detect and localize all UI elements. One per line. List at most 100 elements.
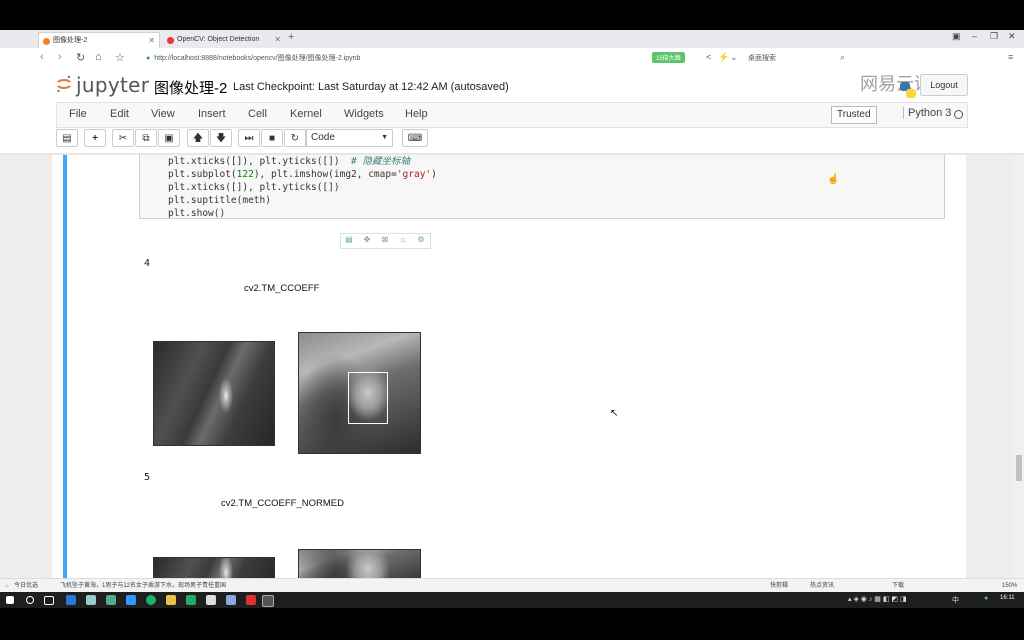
copy-button[interactable]: ⧉ bbox=[135, 129, 157, 147]
close-window-button[interactable]: ✕ bbox=[1008, 31, 1016, 42]
ime-indicator[interactable]: 中 bbox=[952, 595, 959, 605]
tab-opencv[interactable]: OpenCV: Object Detection ✕ bbox=[163, 32, 285, 48]
close-tab-icon[interactable]: ✕ bbox=[274, 32, 281, 48]
app-icon[interactable] bbox=[126, 595, 136, 605]
browser-icon[interactable] bbox=[146, 595, 156, 605]
menu-kernel[interactable]: Kernel bbox=[290, 108, 322, 120]
search-input[interactable]: 桌面搜索 bbox=[748, 51, 852, 66]
menu-widgets[interactable]: Widgets bbox=[344, 108, 384, 120]
chevron-down-icon[interactable]: ⌄ bbox=[730, 52, 738, 63]
menu-edit[interactable]: Edit bbox=[110, 108, 129, 120]
command-palette-button[interactable]: ⌨ bbox=[402, 129, 428, 147]
new-tab-button[interactable]: + bbox=[288, 31, 294, 43]
home-icon[interactable]: ⌂ bbox=[398, 235, 408, 245]
menu-cell[interactable]: Cell bbox=[248, 108, 267, 120]
search-icon[interactable] bbox=[26, 596, 34, 604]
reload-icon[interactable]: ↻ bbox=[76, 51, 85, 64]
menu-view[interactable]: View bbox=[151, 108, 175, 120]
lightning-icon[interactable]: ⚡ bbox=[718, 52, 729, 63]
app-icon[interactable] bbox=[226, 595, 236, 605]
status-hotnews[interactable]: 热点资讯 bbox=[810, 579, 834, 592]
code-cell-input[interactable]: plt.xticks([]), plt.yticks([]) # 隐藏坐标轴 pl… bbox=[139, 155, 945, 219]
url-field[interactable]: ● http://localhost:8888/notebooks/opencv/… bbox=[146, 51, 736, 66]
save-figure-icon[interactable]: ▤ bbox=[344, 235, 354, 245]
zoom-icon[interactable]: ⊠ bbox=[380, 235, 390, 245]
status-quickcut[interactable]: 快剪辑 bbox=[770, 579, 788, 592]
status-today[interactable]: 今日优选 bbox=[14, 579, 38, 592]
tab-label: 图像处理-2 bbox=[53, 37, 88, 44]
secure-icon: ● bbox=[146, 55, 151, 62]
scrollbar-thumb[interactable] bbox=[1016, 455, 1022, 481]
code-token: 'gray' bbox=[396, 169, 432, 180]
store-icon[interactable] bbox=[86, 595, 96, 605]
menu-insert[interactable]: Insert bbox=[198, 108, 226, 120]
page-scrollbar[interactable] bbox=[1014, 155, 1024, 578]
restart-button[interactable]: ↻ bbox=[284, 129, 306, 147]
kernel-name: Python 3 bbox=[903, 107, 951, 119]
status-zoom[interactable]: 150% bbox=[1002, 579, 1017, 592]
code-token: plt.subplot( bbox=[168, 169, 237, 180]
run-button[interactable]: ⏭ bbox=[238, 129, 260, 147]
share-icon[interactable]: < bbox=[706, 52, 711, 62]
restore-icon[interactable]: ▣ bbox=[952, 31, 961, 42]
notification-icon[interactable]: ● bbox=[984, 595, 988, 602]
code-token: plt.show() bbox=[168, 208, 226, 219]
forward-icon[interactable]: › bbox=[58, 51, 62, 63]
cut-button[interactable]: ✂ bbox=[112, 129, 134, 147]
search-icon[interactable]: ⌕ bbox=[840, 52, 845, 63]
search-placeholder: 桌面搜索 bbox=[748, 55, 776, 62]
edge-icon[interactable] bbox=[66, 595, 76, 605]
code-token: plt.xticks([]), plt.yticks([]) bbox=[168, 156, 352, 167]
move-up-button[interactable]: 🡅 bbox=[187, 129, 209, 147]
code-line: plt.suptitle(meth) bbox=[168, 194, 944, 207]
code-token: ), plt.imshow(img2, cmap= bbox=[253, 169, 397, 180]
status-download[interactable]: 下载 bbox=[892, 579, 904, 592]
notebook-menubar: File Edit View Insert Cell Kernel Widget… bbox=[56, 102, 968, 128]
figure-toolbar: ▤ ✥ ⊠ ⌂ ⚙ bbox=[340, 233, 431, 249]
save-button[interactable]: ▤ bbox=[56, 129, 78, 147]
match-result-heatmap bbox=[153, 341, 275, 446]
code-token: # 隐藏坐标轴 bbox=[351, 156, 410, 167]
windows-taskbar: ▴ ◈ ◉ ♪ ▦ ◧ ◩ ◨ 中 ● 16:11 bbox=[0, 592, 1024, 608]
cell-type-select[interactable]: Code ▼ bbox=[306, 129, 393, 147]
menu-icon[interactable]: ≡ bbox=[1008, 52, 1013, 62]
detected-image bbox=[298, 332, 421, 454]
start-icon[interactable] bbox=[6, 596, 14, 604]
paste-button[interactable]: ▣ bbox=[158, 129, 180, 147]
explorer-icon[interactable] bbox=[166, 595, 176, 605]
zoom-badge[interactable]: 15倍大图 bbox=[652, 52, 685, 63]
notebook-title[interactable]: 图像处理-2 bbox=[154, 77, 227, 98]
app-icon[interactable] bbox=[246, 595, 256, 605]
app-icon[interactable] bbox=[262, 595, 274, 607]
status-news[interactable]: 飞机坠于黄海，1男子与12名女子乘游下水，现场男子责任重国 bbox=[60, 579, 226, 592]
minimize-button[interactable]: – bbox=[972, 31, 977, 41]
config-icon[interactable]: ⚙ bbox=[416, 235, 426, 245]
favorite-star-icon[interactable]: ☆ bbox=[115, 51, 125, 64]
stop-button[interactable]: ■ bbox=[261, 129, 283, 147]
pan-icon[interactable]: ✥ bbox=[362, 235, 372, 245]
tray-icons[interactable]: ▴ ◈ ◉ ♪ ▦ ◧ ◩ ◨ bbox=[848, 595, 907, 603]
news-icon: ♨ bbox=[4, 583, 10, 589]
app-icon[interactable] bbox=[106, 595, 116, 605]
close-tab-icon[interactable]: ✕ bbox=[148, 33, 155, 48]
move-down-button[interactable]: 🡇 bbox=[210, 129, 232, 147]
figure-title: cv2.TM_CCOEFF bbox=[244, 283, 320, 294]
app-icon[interactable] bbox=[186, 595, 196, 605]
insert-cell-button[interactable]: + bbox=[84, 129, 106, 147]
maximize-button[interactable]: ❐ bbox=[990, 31, 998, 42]
cell-type-value: Code bbox=[311, 132, 335, 143]
jupyter-favicon-icon bbox=[43, 38, 50, 45]
match-result-heatmap bbox=[153, 557, 275, 578]
output-number-4: 4 bbox=[144, 258, 151, 269]
back-icon[interactable]: ‹ bbox=[40, 51, 44, 63]
app-icon[interactable] bbox=[206, 595, 216, 605]
task-view-icon[interactable] bbox=[44, 596, 54, 605]
trusted-indicator[interactable]: Trusted bbox=[831, 106, 877, 124]
menu-file[interactable]: File bbox=[69, 108, 87, 120]
home-icon[interactable]: ⌂ bbox=[95, 51, 102, 63]
logout-button[interactable]: Logout bbox=[920, 74, 968, 96]
tab-notebook[interactable]: 图像处理-2 ✕ bbox=[38, 32, 160, 48]
clock[interactable]: 16:11 bbox=[1000, 595, 1015, 601]
tab-label: OpenCV: Object Detection bbox=[177, 36, 260, 43]
menu-help[interactable]: Help bbox=[405, 108, 428, 120]
